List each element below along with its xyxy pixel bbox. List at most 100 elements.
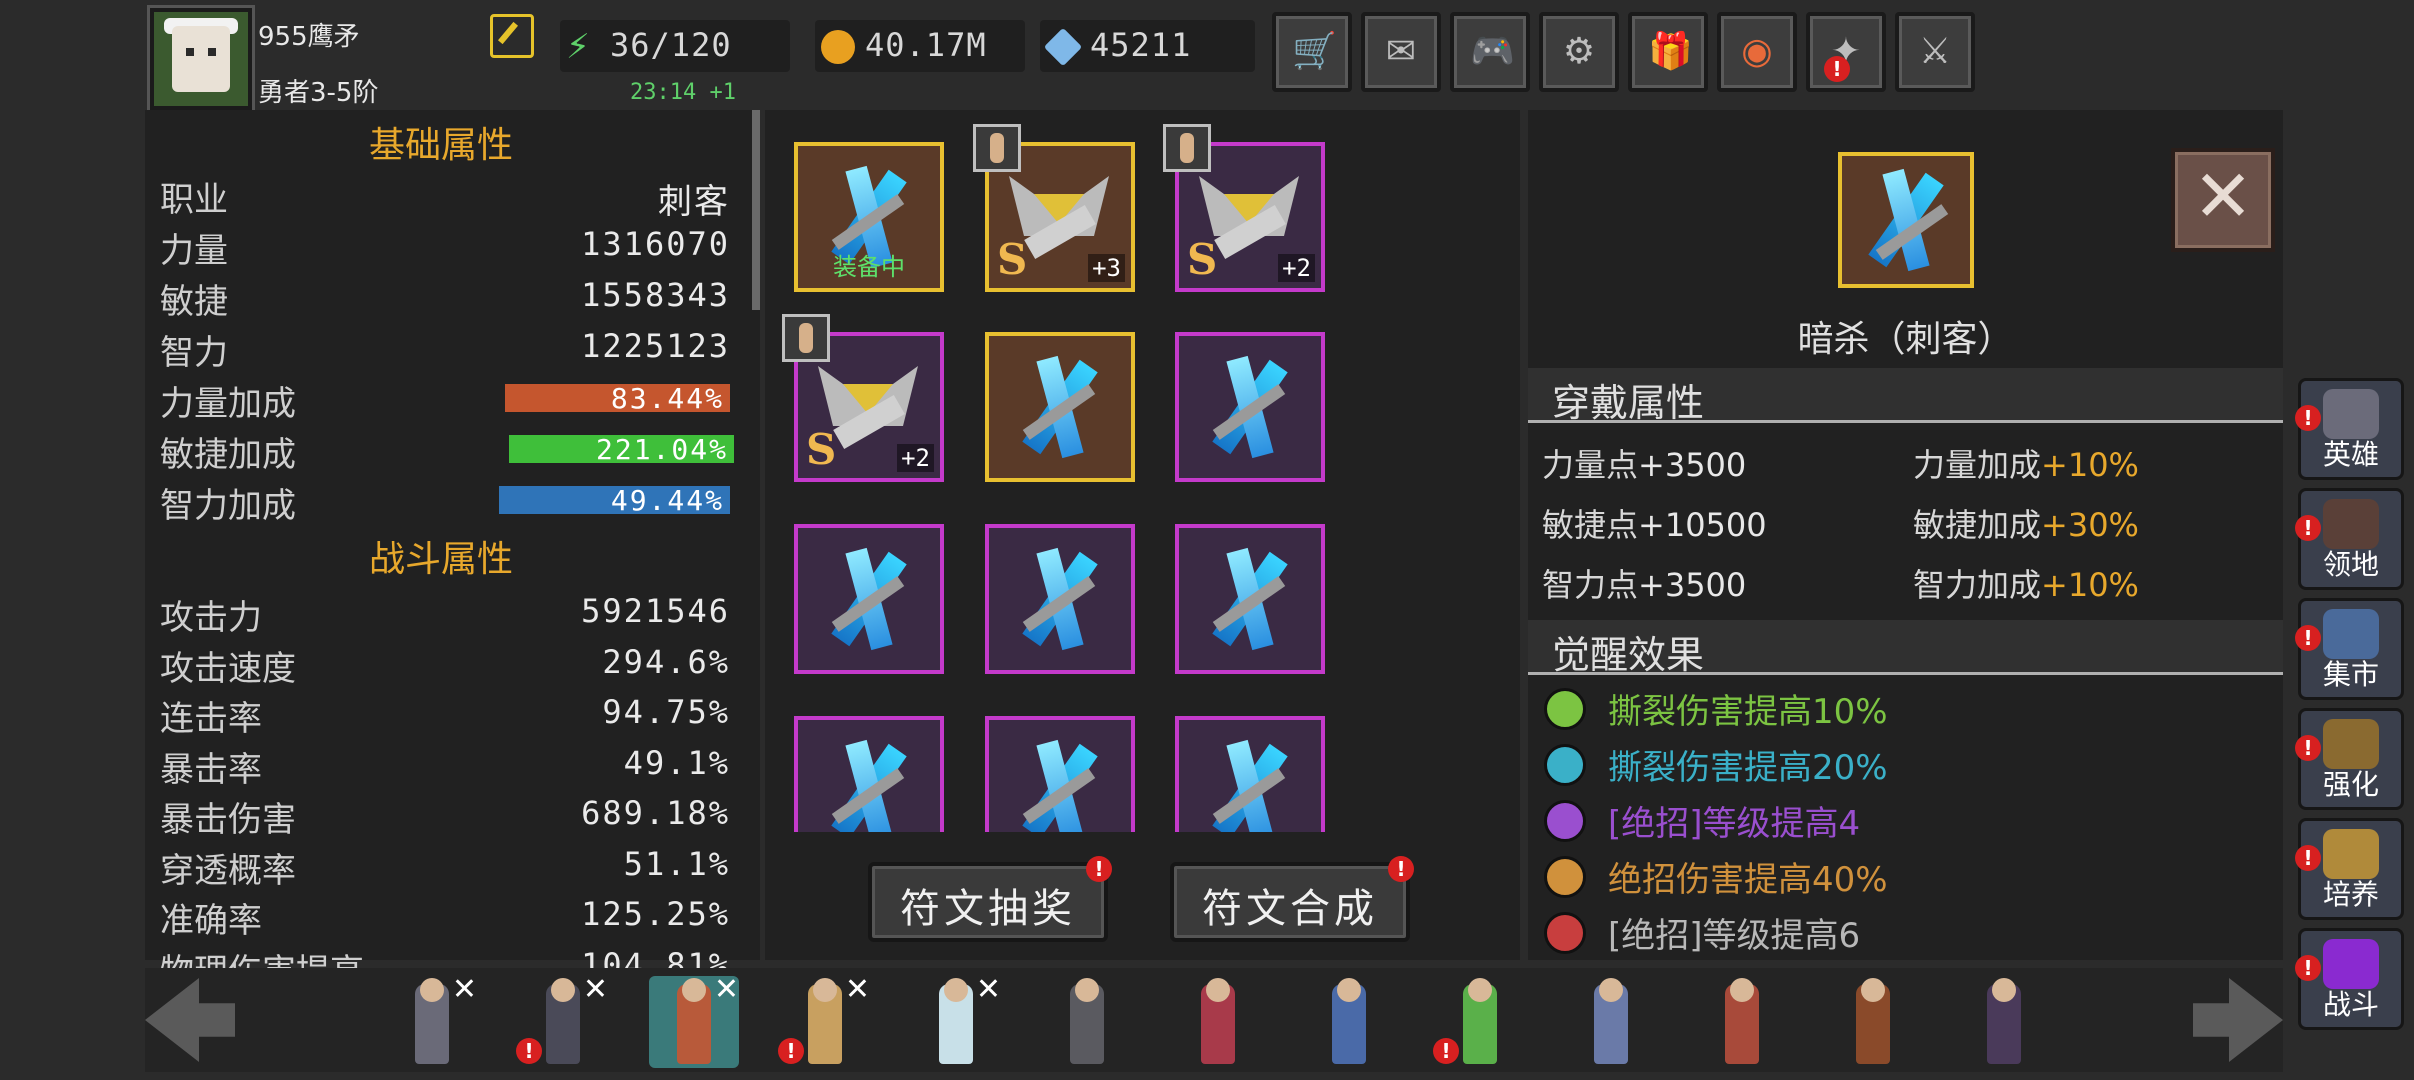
wear-attr-value: +30% — [2041, 506, 2139, 544]
demon-hero-icon[interactable] — [1828, 976, 1918, 1068]
class-row: 职业 刺客 — [160, 170, 730, 222]
rune-level-label: +2 — [1278, 254, 1315, 282]
alert-badge-icon: ! — [1388, 856, 1414, 882]
gems-display: 45211 — [1040, 20, 1255, 72]
side-menu-label: 战斗 — [2322, 988, 2379, 1021]
selected-rune-icon — [1838, 152, 1974, 288]
agi-bonus-value: 221.04% — [595, 433, 728, 466]
dark-knight-hero-icon[interactable] — [1959, 976, 2049, 1068]
warrior-hero-icon[interactable]: ✕ — [649, 972, 739, 1068]
gunner-hero-icon[interactable] — [1304, 976, 1394, 1068]
wear-attribute: 敏捷加成+30% — [1913, 500, 2139, 546]
hero-head — [1075, 978, 1099, 1002]
alert-badge-icon: ! — [1433, 1038, 1459, 1064]
mail-button[interactable]: ✉ — [1361, 12, 1441, 92]
color-wheel-button[interactable]: ◉ — [1717, 12, 1797, 92]
swordsman-hero-icon[interactable] — [1042, 976, 1132, 1068]
rune-slot[interactable] — [794, 716, 944, 832]
edit-name-button[interactable] — [490, 14, 534, 58]
ghost-hero-icon[interactable]: ✕ — [911, 972, 1001, 1068]
shop-icon — [2323, 609, 2379, 659]
combat-stat-row: 穿透概率 51.1% — [160, 841, 730, 891]
side-menu-forge[interactable]: ! 强化 — [2295, 708, 2404, 810]
awaken-text: [绝招]等级提高6 — [1608, 916, 1861, 956]
close-button[interactable]: ✕ — [2171, 148, 2275, 252]
sorceress-hero-icon[interactable] — [1173, 976, 1263, 1068]
wear-attribute: 敏捷点+10500 — [1542, 500, 1767, 546]
side-menu-chalice[interactable]: ! 培养 — [2295, 818, 2404, 920]
rune-slot[interactable] — [1175, 524, 1325, 674]
combat-stat-row: 暴击率 49.1% — [160, 740, 730, 790]
rune-slot[interactable] — [985, 716, 1135, 832]
next-arrow-icon[interactable] — [2193, 978, 2283, 1062]
wear-attr-name: 敏捷加成 — [1913, 506, 2042, 544]
rune-grade-label: S — [806, 425, 837, 474]
wear-title: 穿戴属性 — [1552, 381, 1705, 425]
gold-coin-icon — [821, 30, 855, 64]
side-menu-shop[interactable]: ! 集市 — [2295, 598, 2404, 700]
player-name: 955鹰矛 — [258, 22, 360, 52]
unequip-x-icon: ✕ — [844, 972, 870, 1007]
barbarian-hero-icon[interactable] — [1697, 976, 1787, 1068]
sparkle-button[interactable]: ✦! — [1806, 12, 1886, 92]
rune-grade-label: S — [1187, 235, 1218, 284]
avatar-eye — [186, 48, 194, 56]
agi-bonus-label: 敏捷加成 — [160, 435, 296, 475]
elf-hero-icon[interactable]: ! — [1433, 976, 1525, 1068]
sword-button[interactable]: ⚔ — [1895, 12, 1975, 92]
rune-draw-button[interactable]: 符文抽奖 ! — [868, 856, 1112, 942]
player-avatar[interactable] — [150, 8, 252, 110]
side-menu-portal[interactable]: ! 战斗 — [2295, 928, 2404, 1030]
rune-slot[interactable] — [985, 524, 1135, 674]
rune-slot[interactable] — [794, 524, 944, 674]
mage-hero-icon[interactable]: ✕! — [516, 972, 608, 1068]
chalice-icon — [2323, 829, 2379, 879]
attribute-panel[interactable]: 基础属性 职业 刺客 力量 1316070 敏捷 1558343 智力 1225… — [145, 110, 760, 992]
awaken-dot-icon — [1544, 688, 1586, 730]
gamepad-button[interactable]: 🎮 — [1450, 12, 1530, 92]
alert-badge-icon: ! — [1824, 56, 1850, 82]
rune-merge-button[interactable]: 符文合成 ! — [1170, 856, 1414, 942]
stat-scrollbar[interactable] — [752, 110, 760, 310]
gear-icon: ⚙ — [1562, 31, 1596, 72]
rune-slot[interactable] — [1175, 716, 1325, 832]
player-rank: 勇者3-5阶 — [258, 78, 379, 108]
witch-hero-icon[interactable] — [1566, 976, 1656, 1068]
side-menu-label: 培养 — [2322, 878, 2379, 911]
prev-arrow-icon[interactable] — [145, 978, 235, 1062]
alert-badge-icon: ! — [2295, 625, 2321, 651]
hero-head — [1861, 978, 1885, 1002]
close-icon: ✕ — [2192, 154, 2254, 238]
combat-stat-row: 攻击力 5921546 — [160, 588, 730, 638]
rune-slot[interactable]: 装备中 — [794, 142, 944, 292]
side-menu-helmet[interactable]: ! 英雄 — [2295, 378, 2404, 480]
rune-slot[interactable] — [1175, 332, 1325, 482]
hero-head — [1337, 978, 1361, 1002]
awaken-dot-icon — [1544, 912, 1586, 954]
unequip-x-icon: ✕ — [713, 972, 739, 1007]
rune-inventory[interactable]: 装备中 S +3 S +2 S +2 符文抽奖 ! 符文合成 ! — [765, 110, 1520, 960]
gift-button[interactable]: 🎁 — [1628, 12, 1708, 92]
lightning-icon: ⚡ — [566, 27, 590, 67]
rune-slot[interactable] — [985, 332, 1135, 482]
hero-selector-bar: ✕ ✕! ✕ ✕! ✕! — [145, 968, 2283, 1072]
cart-button[interactable]: 🛒 — [1272, 12, 1352, 92]
awaken-dot-icon — [1544, 744, 1586, 786]
knight-hero-icon[interactable]: ✕ — [387, 972, 477, 1068]
str-value: 1316070 — [581, 225, 730, 263]
unequip-x-icon: ✕ — [975, 972, 1001, 1007]
combat-stat-row: 准确率 125.25% — [160, 891, 730, 941]
cart-icon: 🛒 — [1292, 31, 1337, 72]
alert-badge-icon: ! — [1086, 856, 1112, 882]
stamina-display: ⚡ 36/120 — [560, 20, 790, 72]
rune-grade-label: S — [997, 235, 1028, 284]
equipped-hero-icon — [973, 124, 1021, 172]
side-menu-castle[interactable]: ! 领地 — [2295, 488, 2404, 590]
gear-button[interactable]: ⚙ — [1539, 12, 1619, 92]
archer-hero-icon[interactable]: ✕! — [778, 972, 870, 1068]
int-label: 智力 — [160, 333, 228, 373]
wear-attribute: 力量点+3500 — [1542, 440, 1746, 486]
combat-stat-value: 294.6% — [602, 642, 730, 681]
class-label: 职业 — [160, 180, 228, 220]
hero-head — [1468, 978, 1492, 1002]
